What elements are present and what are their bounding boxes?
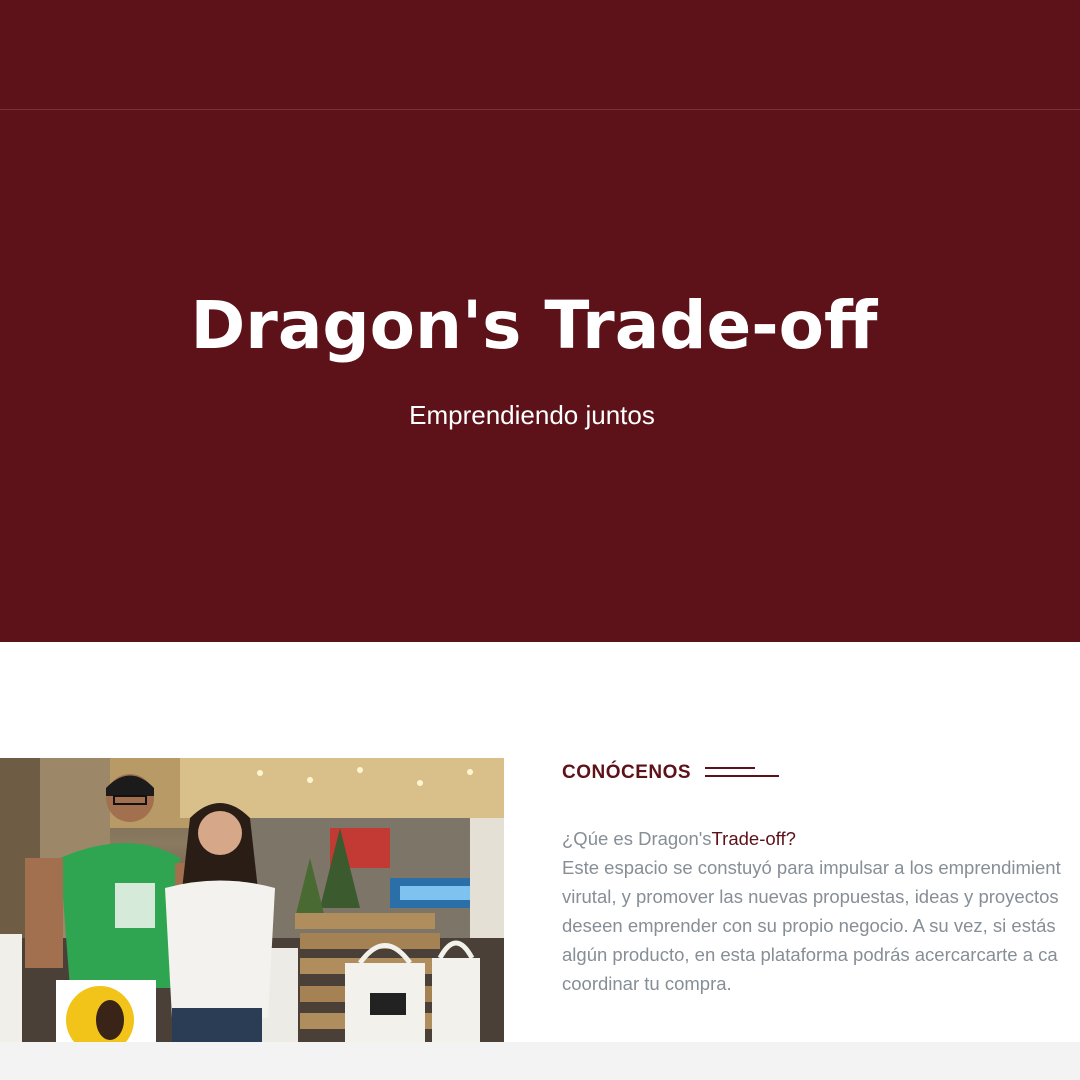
hero-section: Dragon's Trade-off Emprendiendo juntos <box>0 110 1080 642</box>
section-label: CONÓCENOS <box>562 762 692 783</box>
about-section: CONÓCENOS ¿Qúe es Dragon'sTrade-off? Est… <box>0 642 1080 1042</box>
decorative-lines-icon <box>705 767 779 779</box>
about-line: coordinar tu compra. <box>562 973 732 994</box>
about-description: ¿Qúe es Dragon'sTrade-off? Este espacio … <box>562 824 1080 998</box>
about-line: virutal, y promover las nuevas propuesta… <box>562 886 1059 907</box>
top-navigation-bar <box>0 0 1080 110</box>
about-line: deseen emprender con su propio negocio. … <box>562 915 1056 936</box>
hero-subtitle: Emprendiendo juntos <box>409 400 655 430</box>
question-prefix: ¿Qúe es Dragon's <box>562 828 712 849</box>
question-accent: Trade-off? <box>711 828 796 849</box>
about-line: algún producto, en esta plataforma podrá… <box>562 944 1058 965</box>
footer-band <box>0 1042 1080 1080</box>
about-photo <box>0 758 504 1042</box>
hero-title: Dragon's Trade-off <box>190 287 878 364</box>
about-line: Este espacio se constuyó para impulsar a… <box>562 857 1061 878</box>
photo-two-people-at-market-stall <box>0 758 504 1042</box>
about-question: ¿Qúe es Dragon'sTrade-off? <box>562 824 1080 853</box>
